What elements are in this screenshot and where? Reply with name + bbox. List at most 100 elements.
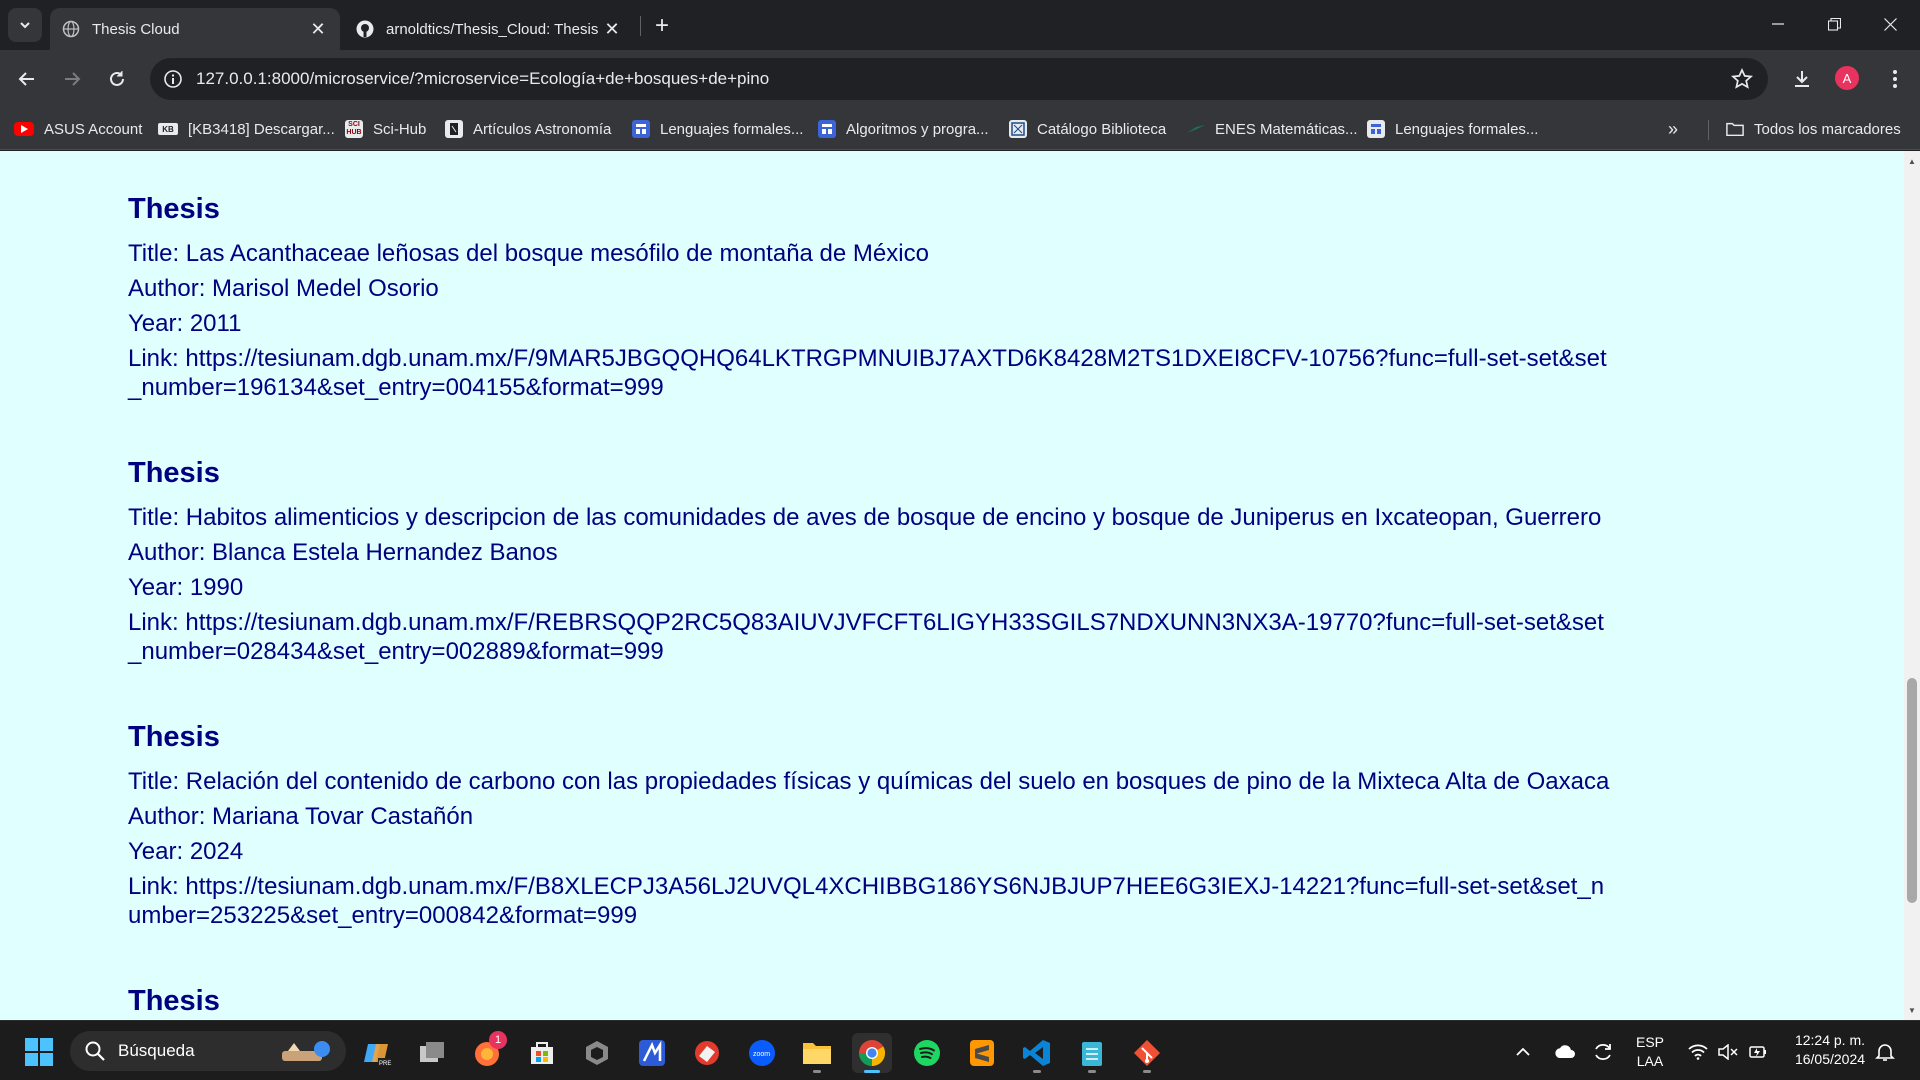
thesis-author: Author: Mariana Tovar Castañón: [128, 803, 474, 830]
zoom-icon[interactable]: zoom: [742, 1033, 782, 1073]
language-line-1: ESP: [1635, 1034, 1664, 1050]
forward-arrow-icon[interactable]: [55, 62, 89, 96]
taskbar-search-box[interactable]: Búsqueda: [70, 1031, 346, 1071]
thesis-link[interactable]: Link: https://tesiunam.dgb.unam.mx/F/B8X…: [128, 872, 1608, 930]
svg-text:PRE: PRE: [379, 1061, 391, 1067]
page-scrollbar[interactable]: ▲ ▼: [1904, 151, 1920, 1020]
thesis-author: Author: Blanca Estela Hernandez Banos: [128, 539, 558, 566]
profile-avatar[interactable]: A: [1835, 66, 1859, 90]
bookmark-sci-hub[interactable]: SCI HUB Sci-Hub: [345, 118, 426, 140]
close-tab-icon[interactable]: ✕: [602, 19, 622, 39]
search-placeholder: Búsqueda: [118, 1041, 195, 1060]
bookmark-kb3418[interactable]: KB [KB3418] Descargar...: [158, 118, 335, 140]
github-icon: [356, 20, 374, 38]
youtube-icon: [14, 122, 34, 136]
search-icon: [85, 1041, 105, 1061]
enes-icon: [1187, 120, 1205, 138]
bookmark-lenguajes-formales-2[interactable]: Lenguajes formales...: [1367, 118, 1538, 140]
download-icon[interactable]: [1785, 62, 1819, 96]
chevron-up-icon[interactable]: [1510, 1035, 1536, 1069]
close-tab-icon[interactable]: ✕: [308, 19, 328, 39]
chevron-down-icon: [20, 22, 30, 29]
tab-search-button[interactable]: [8, 8, 42, 42]
new-tab-icon[interactable]: +: [648, 12, 676, 40]
app-blue-icon[interactable]: [632, 1033, 672, 1073]
thesis-entry: Thesis Title: Relación del contenido de …: [128, 717, 1748, 930]
minimize-icon[interactable]: [1750, 0, 1806, 48]
all-bookmarks-label: Todos los marcadores: [1754, 120, 1901, 138]
bookmark-asus-account[interactable]: ASUS Account: [14, 118, 142, 140]
site-info-icon[interactable]: [160, 66, 186, 92]
restore-icon[interactable]: [1806, 0, 1862, 48]
thesis-heading: Thesis: [128, 457, 220, 489]
file-explorer-icon[interactable]: [797, 1033, 837, 1073]
bookmark-label: ASUS Account: [44, 120, 143, 138]
library-icon: [1009, 120, 1027, 138]
address-bar[interactable]: 127.0.0.1:8000/microservice/?microservic…: [150, 58, 1768, 100]
thesis-heading: Thesis: [128, 721, 220, 753]
thesis-link[interactable]: Link: https://tesiunam.dgb.unam.mx/F/REB…: [128, 608, 1608, 666]
address-url[interactable]: 127.0.0.1:8000/microservice/?microservic…: [196, 69, 769, 89]
bookmark-star-icon[interactable]: [1730, 67, 1754, 91]
thesis-title: Title: Relación del contenido de carbono…: [128, 768, 1610, 795]
tab-title: Thesis Cloud: [92, 20, 180, 38]
onedrive-cloud-icon[interactable]: [1550, 1035, 1580, 1069]
all-bookmarks-folder[interactable]: Todos los marcadores: [1726, 118, 1901, 140]
bookmarks-separator: [1708, 120, 1709, 140]
more-bookmarks-chevron-icon[interactable]: »: [1668, 118, 1678, 140]
vscode-icon[interactable]: [1017, 1033, 1057, 1073]
search-highlight-icon: [282, 1041, 330, 1061]
thesis-heading: Thesis: [128, 985, 220, 1017]
more-menu-icon[interactable]: [1878, 62, 1912, 96]
bookmark-label: Algoritmos y progra...: [846, 120, 989, 138]
bookmark-label: Lenguajes formales...: [660, 120, 804, 138]
bookmark-articulos-astronomia[interactable]: Artículos Astronomía: [445, 118, 611, 140]
bookmark-enes-matematicas[interactable]: ENES Matemáticas...: [1187, 118, 1358, 140]
reload-icon[interactable]: [100, 62, 134, 96]
notification-badge: 1: [489, 1031, 507, 1049]
task-view-icon[interactable]: [412, 1033, 452, 1073]
bookmark-label: Sci-Hub: [373, 120, 427, 138]
bookmarks-bar: ASUS Account KB [KB3418] Descargar... SC…: [0, 108, 1920, 150]
scrollbar-thumb[interactable]: [1907, 678, 1917, 903]
language-indicator[interactable]: ESP LAA: [1630, 1033, 1670, 1071]
bookmark-label: Catálogo Biblioteca: [1037, 120, 1167, 138]
wifi-icon[interactable]: [1684, 1035, 1712, 1069]
firefox-icon[interactable]: 1: [467, 1031, 507, 1073]
bookmark-catalogo-biblioteca[interactable]: Catálogo Biblioteca: [1009, 118, 1166, 140]
site-icon: [1367, 120, 1385, 138]
notepad-icon[interactable]: [1072, 1033, 1112, 1073]
notifications-bell-icon[interactable]: [1870, 1035, 1900, 1069]
tab-separator: [640, 16, 641, 36]
thesis-year: Year: 1990: [128, 574, 244, 601]
copilot-icon[interactable]: PRE: [357, 1033, 397, 1073]
tab-github[interactable]: arnoldtics/Thesis_Cloud: Thesis ✕: [344, 8, 634, 50]
spotify-icon[interactable]: [907, 1033, 947, 1073]
site-icon: [632, 120, 650, 138]
sublime-text-icon[interactable]: [962, 1033, 1002, 1073]
bookmark-algoritmos[interactable]: Algoritmos y progra...: [818, 118, 989, 140]
windows-start-icon[interactable]: [24, 1037, 54, 1067]
chrome-icon[interactable]: [852, 1033, 892, 1073]
back-arrow-icon[interactable]: [10, 62, 44, 96]
battery-icon[interactable]: [1744, 1035, 1772, 1069]
bookmark-lenguajes-formales-1[interactable]: Lenguajes formales...: [632, 118, 803, 140]
tab-thesis-cloud[interactable]: Thesis Cloud ✕: [50, 8, 340, 50]
microsoft-store-icon[interactable]: [522, 1033, 562, 1073]
sync-icon[interactable]: [1588, 1035, 1618, 1069]
ccleaner-icon[interactable]: [687, 1033, 727, 1073]
thesis-year: Year: 2024: [128, 838, 244, 865]
git-icon[interactable]: [1127, 1033, 1167, 1073]
thesis-link[interactable]: Link: https://tesiunam.dgb.unam.mx/F/9MA…: [128, 344, 1608, 402]
site-icon: [818, 120, 836, 138]
thesis-title: Title: Las Acanthaceae leñosas del bosqu…: [128, 240, 929, 267]
bookmark-label: [KB3418] Descargar...: [188, 120, 335, 138]
scroll-down-arrow-icon[interactable]: ▼: [1904, 1002, 1920, 1018]
thesis-year: Year: 2011: [128, 310, 242, 337]
clock[interactable]: 12:24 p. m. 16/05/2024: [1782, 1031, 1878, 1069]
scroll-up-arrow-icon[interactable]: ▲: [1904, 153, 1920, 169]
browser-toolbar: 127.0.0.1:8000/microservice/?microservic…: [0, 50, 1920, 108]
volume-muted-icon[interactable]: [1714, 1035, 1742, 1069]
unity-icon[interactable]: [577, 1033, 617, 1073]
close-window-icon[interactable]: [1862, 0, 1918, 48]
